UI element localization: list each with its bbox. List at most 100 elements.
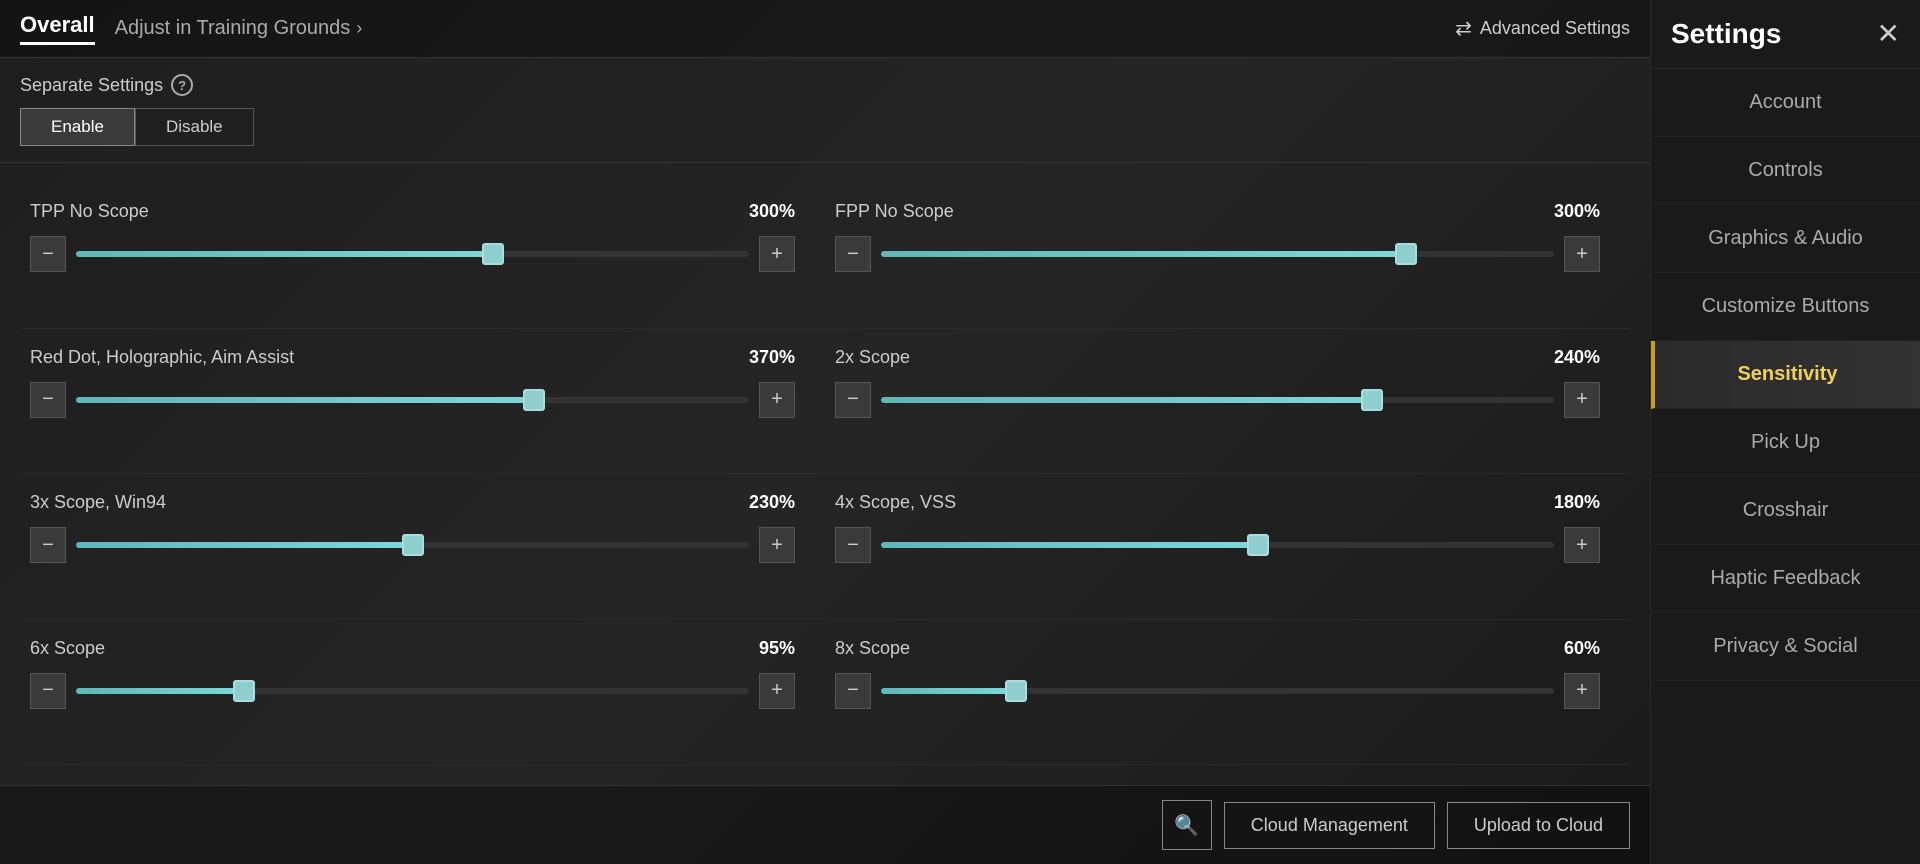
slider-header-2x-scope: 2x Scope 240%	[835, 347, 1600, 368]
slider-control-tpp-no-scope: − +	[30, 236, 795, 272]
slider-control-4x-scope-vss: − +	[835, 527, 1600, 563]
slider-header-red-dot: Red Dot, Holographic, Aim Assist 370%	[30, 347, 795, 368]
slider-thumb-8x-scope[interactable]	[1005, 680, 1027, 702]
slider-track-tpp-no-scope	[76, 251, 749, 257]
slider-thumb-fpp-no-scope[interactable]	[1395, 243, 1417, 265]
slider-value-fpp-no-scope: 300%	[1554, 201, 1600, 222]
slider-decrement-tpp-no-scope[interactable]: −	[30, 236, 66, 272]
slider-group-3x-scope: 3x Scope, Win94 230% − +	[20, 474, 825, 620]
slider-group-2x-scope: 2x Scope 240% − +	[825, 329, 1630, 475]
slider-track-4x-scope-vss	[881, 542, 1554, 548]
slider-track-container-8x-scope[interactable]	[881, 673, 1554, 709]
slider-increment-6x-scope[interactable]: +	[759, 673, 795, 709]
slider-increment-3x-scope[interactable]: +	[759, 527, 795, 563]
slider-value-4x-scope-vss: 180%	[1554, 492, 1600, 513]
sidebar-item-privacy-social[interactable]: Privacy & Social	[1651, 613, 1920, 681]
slider-increment-red-dot[interactable]: +	[759, 382, 795, 418]
close-button[interactable]: ✕	[1877, 20, 1900, 48]
separate-settings-text: Separate Settings	[20, 75, 163, 96]
slider-fill-2x-scope	[881, 397, 1372, 403]
advanced-settings-label: Advanced Settings	[1480, 18, 1630, 39]
slider-track-8x-scope	[881, 688, 1554, 694]
slider-decrement-3x-scope[interactable]: −	[30, 527, 66, 563]
slider-increment-8x-scope[interactable]: +	[1564, 673, 1600, 709]
slider-thumb-3x-scope[interactable]	[402, 534, 424, 556]
slider-thumb-4x-scope-vss[interactable]	[1247, 534, 1269, 556]
sidebar-item-haptic-feedback[interactable]: Haptic Feedback	[1651, 545, 1920, 613]
slider-group-8x-scope: 8x Scope 60% − +	[825, 620, 1630, 766]
sidebar-item-graphics-audio[interactable]: Graphics & Audio	[1651, 205, 1920, 273]
slider-label-fpp-no-scope: FPP No Scope	[835, 201, 954, 222]
disable-button[interactable]: Disable	[135, 108, 254, 146]
settings-title: Settings	[1671, 18, 1781, 50]
slider-track-container-tpp-no-scope[interactable]	[76, 236, 749, 272]
slider-header-3x-scope: 3x Scope, Win94 230%	[30, 492, 795, 513]
slider-increment-tpp-no-scope[interactable]: +	[759, 236, 795, 272]
slider-track-container-4x-scope-vss[interactable]	[881, 527, 1554, 563]
slider-header-fpp-no-scope: FPP No Scope 300%	[835, 201, 1600, 222]
slider-thumb-tpp-no-scope[interactable]	[482, 243, 504, 265]
search-button[interactable]: 🔍	[1162, 800, 1212, 850]
slider-label-red-dot: Red Dot, Holographic, Aim Assist	[30, 347, 294, 368]
slider-header-6x-scope: 6x Scope 95%	[30, 638, 795, 659]
tab-overall[interactable]: Overall	[20, 12, 95, 45]
slider-track-6x-scope	[76, 688, 749, 694]
slider-decrement-2x-scope[interactable]: −	[835, 382, 871, 418]
slider-decrement-6x-scope[interactable]: −	[30, 673, 66, 709]
slider-decrement-red-dot[interactable]: −	[30, 382, 66, 418]
slider-track-2x-scope	[881, 397, 1554, 403]
slider-track-container-fpp-no-scope[interactable]	[881, 236, 1554, 272]
cloud-management-button[interactable]: Cloud Management	[1224, 802, 1435, 849]
slider-group-6x-scope: 6x Scope 95% − +	[20, 620, 825, 766]
slider-thumb-6x-scope[interactable]	[233, 680, 255, 702]
help-icon[interactable]: ?	[171, 74, 193, 96]
advanced-settings-btn[interactable]: ⇄ Advanced Settings	[1455, 16, 1630, 41]
sidebar-item-pick-up[interactable]: Pick Up	[1651, 409, 1920, 477]
slider-track-container-red-dot[interactable]	[76, 382, 749, 418]
sidebar-header: Settings ✕	[1651, 0, 1920, 69]
sliders-section: TPP No Scope 300% − + FPP No Scope 300%	[0, 163, 1650, 785]
sidebar-nav: AccountControlsGraphics & AudioCustomize…	[1651, 69, 1920, 864]
slider-track-container-6x-scope[interactable]	[76, 673, 749, 709]
slider-group-fpp-no-scope: FPP No Scope 300% − +	[825, 183, 1630, 329]
main-content: Overall Adjust in Training Grounds › ⇄ A…	[0, 0, 1650, 864]
tab-training[interactable]: Adjust in Training Grounds ›	[115, 17, 363, 40]
bottom-bar: 🔍 Cloud Management Upload to Cloud	[0, 785, 1650, 864]
slider-fill-tpp-no-scope	[76, 251, 493, 257]
slider-label-tpp-no-scope: TPP No Scope	[30, 201, 149, 222]
slider-control-2x-scope: − +	[835, 382, 1600, 418]
slider-group-4x-scope-vss: 4x Scope, VSS 180% − +	[825, 474, 1630, 620]
slider-thumb-2x-scope[interactable]	[1361, 389, 1383, 411]
slider-label-6x-scope: 6x Scope	[30, 638, 105, 659]
slider-control-red-dot: − +	[30, 382, 795, 418]
slider-decrement-8x-scope[interactable]: −	[835, 673, 871, 709]
slider-increment-2x-scope[interactable]: +	[1564, 382, 1600, 418]
slider-control-fpp-no-scope: − +	[835, 236, 1600, 272]
slider-group-tpp-no-scope: TPP No Scope 300% − +	[20, 183, 825, 329]
slider-thumb-red-dot[interactable]	[523, 389, 545, 411]
sidebar-item-controls[interactable]: Controls	[1651, 137, 1920, 205]
separate-settings-section: Separate Settings ? Enable Disable	[0, 58, 1650, 163]
slider-track-red-dot	[76, 397, 749, 403]
sidebar-item-customize-buttons[interactable]: Customize Buttons	[1651, 273, 1920, 341]
upload-cloud-button[interactable]: Upload to Cloud	[1447, 802, 1630, 849]
slider-fill-6x-scope	[76, 688, 244, 694]
slider-fill-8x-scope	[881, 688, 1016, 694]
sidebar-item-account[interactable]: Account	[1651, 69, 1920, 137]
slider-control-8x-scope: − +	[835, 673, 1600, 709]
slider-increment-4x-scope-vss[interactable]: +	[1564, 527, 1600, 563]
slider-control-6x-scope: − +	[30, 673, 795, 709]
sidebar: Settings ✕ AccountControlsGraphics & Aud…	[1650, 0, 1920, 864]
slider-decrement-4x-scope-vss[interactable]: −	[835, 527, 871, 563]
sidebar-item-sensitivity[interactable]: Sensitivity	[1651, 341, 1920, 409]
slider-track-container-3x-scope[interactable]	[76, 527, 749, 563]
top-tabs: Overall Adjust in Training Grounds › ⇄ A…	[0, 0, 1650, 58]
slider-track-container-2x-scope[interactable]	[881, 382, 1554, 418]
slider-fill-fpp-no-scope	[881, 251, 1406, 257]
slider-decrement-fpp-no-scope[interactable]: −	[835, 236, 871, 272]
slider-increment-fpp-no-scope[interactable]: +	[1564, 236, 1600, 272]
slider-label-8x-scope: 8x Scope	[835, 638, 910, 659]
sidebar-item-crosshair[interactable]: Crosshair	[1651, 477, 1920, 545]
slider-label-2x-scope: 2x Scope	[835, 347, 910, 368]
enable-button[interactable]: Enable	[20, 108, 135, 146]
